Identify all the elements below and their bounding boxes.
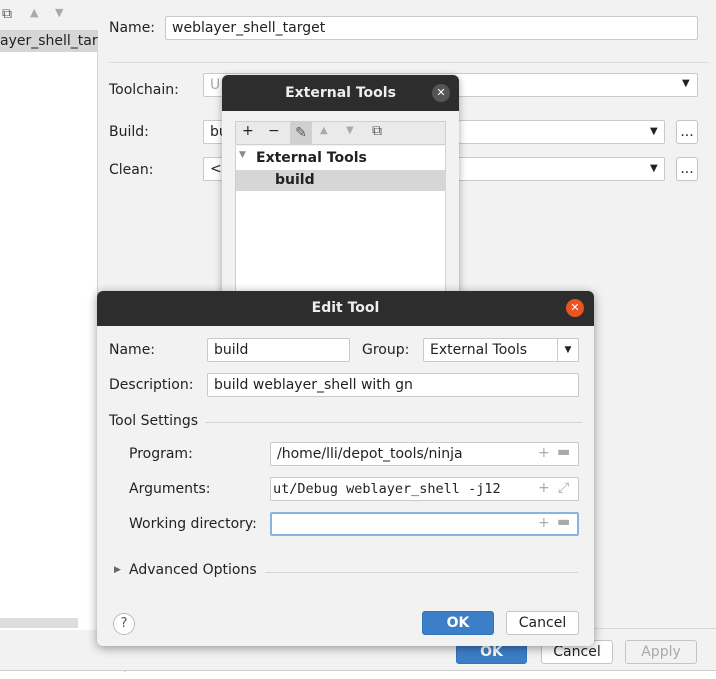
tree-item[interactable]: build	[236, 170, 446, 191]
copy-icon[interactable]: ⧉	[372, 123, 382, 139]
close-icon: ✕	[570, 301, 580, 314]
arguments-input[interactable]: ut/Debug weblayer_shell -j12	[270, 477, 579, 501]
group-select[interactable]: External Tools	[423, 338, 579, 362]
edit-icon[interactable]: ✎	[290, 122, 312, 144]
expand-icon[interactable]: ▼	[239, 150, 246, 160]
insert-macro-icon[interactable]: +	[538, 480, 550, 496]
divider	[205, 422, 582, 423]
cancel-button[interactable]: Cancel	[506, 611, 579, 635]
tool-name-input[interactable]: build	[207, 338, 350, 362]
help-button[interactable]: ?	[113, 613, 135, 635]
build-browse-button[interactable]: ...	[676, 120, 698, 144]
tools-tree: ▼ External Tools build	[235, 146, 446, 306]
move-down-icon[interactable]: ▼	[346, 125, 354, 136]
tree-group[interactable]: External Tools	[256, 150, 367, 166]
copy-icon[interactable]: ⧉	[2, 6, 12, 22]
divider	[265, 572, 578, 573]
program-label: Program:	[129, 446, 193, 462]
dialog-title: External Tools	[222, 75, 459, 111]
description-input[interactable]: build weblayer_shell with gn	[207, 373, 579, 397]
close-button[interactable]: ✕	[432, 84, 450, 102]
clean-browse-button[interactable]: ...	[676, 157, 698, 181]
name-label: Name:	[109, 20, 156, 36]
folder-icon[interactable]: ▬	[557, 514, 570, 530]
apply-button[interactable]: Apply	[625, 640, 697, 664]
build-label: Build:	[109, 124, 149, 140]
move-up-icon[interactable]: ▲	[320, 125, 328, 136]
divider	[109, 62, 709, 63]
toolchain-label: Toolchain:	[109, 82, 179, 98]
expand-icon[interactable]: ⤢	[558, 480, 570, 496]
insert-macro-icon[interactable]: +	[538, 515, 550, 531]
add-icon[interactable]: +	[242, 123, 254, 139]
dialog-title: Edit Tool	[97, 291, 594, 326]
folder-icon[interactable]: ▬	[557, 444, 570, 460]
remove-icon[interactable]: −	[268, 123, 280, 139]
close-icon: ✕	[436, 86, 446, 99]
move-up-icon[interactable]: ▲	[30, 6, 38, 19]
bottom-strip: ...................;	[0, 670, 716, 679]
left-toolbar: ⧉ ▲ ▼	[0, 0, 98, 30]
working-directory-input[interactable]	[270, 512, 579, 536]
tool-settings-heading: Tool Settings	[109, 413, 199, 429]
name-input[interactable]: weblayer_shell_target	[165, 16, 698, 40]
tools-toolbar: + − ✎ ▲ ▼ ⧉	[235, 121, 446, 145]
chevron-down-icon[interactable]: ▼	[557, 339, 578, 361]
advanced-options-toggle[interactable]: Advanced Options	[129, 562, 257, 578]
close-button[interactable]: ✕	[566, 299, 584, 317]
expand-advanced-icon[interactable]: ▶	[114, 565, 121, 575]
chevron-down-icon: ▼	[650, 163, 658, 174]
chevron-down-icon: ▼	[682, 78, 690, 89]
working-directory-label: Working directory:	[129, 516, 257, 532]
program-input[interactable]: /home/lli/depot_tools/ninja	[270, 442, 579, 466]
insert-macro-icon[interactable]: +	[538, 445, 550, 461]
ok-button[interactable]: OK	[422, 611, 494, 635]
arguments-label: Arguments:	[129, 481, 211, 497]
description-label: Description:	[109, 377, 194, 393]
name-label: Name:	[109, 342, 156, 358]
clean-label: Clean:	[109, 162, 154, 178]
chevron-down-icon: ▼	[650, 126, 658, 137]
edit-tool-dialog: Edit Tool ✕ Name: build Group: External …	[97, 291, 594, 646]
move-down-icon[interactable]: ▼	[55, 6, 63, 19]
group-label: Group:	[362, 342, 410, 358]
left-panel: ⧉ ▲ ▼ ayer_shell_targ	[0, 0, 98, 630]
horizontal-scrollbar[interactable]	[0, 618, 78, 628]
external-tools-dialog: External Tools ✕ + − ✎ ▲ ▼ ⧉ ▼ External …	[222, 75, 459, 306]
list-item[interactable]: ayer_shell_targ	[0, 30, 98, 52]
